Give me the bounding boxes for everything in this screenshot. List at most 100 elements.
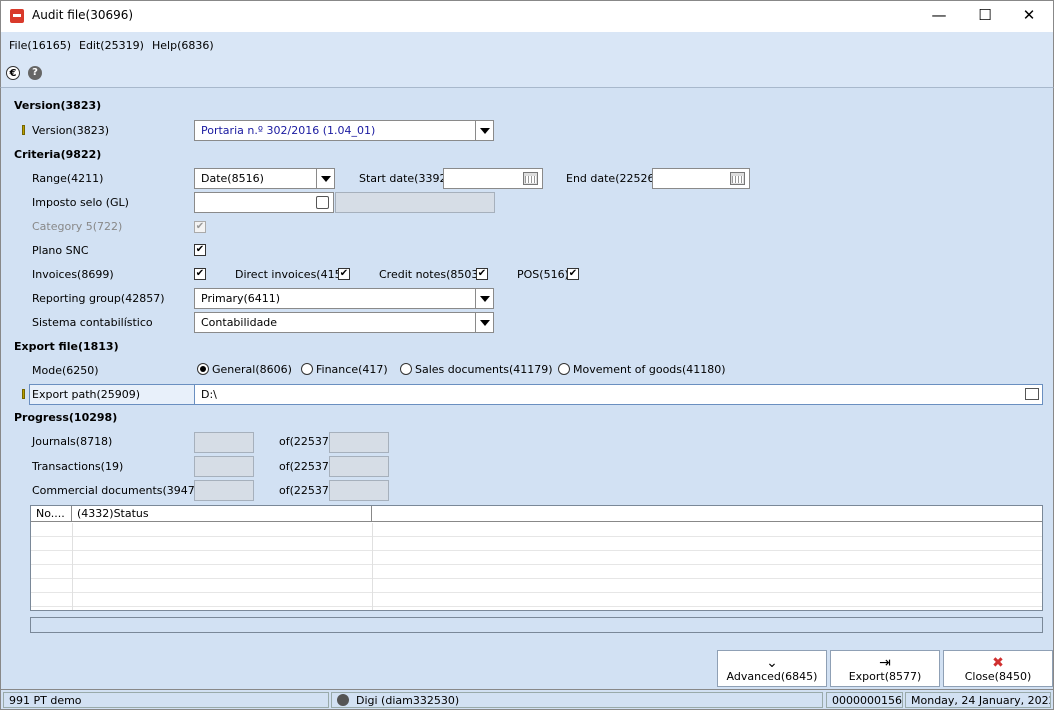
commercial-docs-label: Commercial documents(39479) bbox=[32, 484, 207, 497]
menu-help[interactable]: Help(6836) bbox=[152, 39, 214, 52]
version-label: Version(3823) bbox=[32, 124, 110, 137]
commercial-docs-total bbox=[329, 480, 389, 501]
section-criteria: Criteria(9822) bbox=[14, 148, 102, 161]
column-header-status[interactable]: (4332)Status bbox=[72, 506, 372, 522]
version-value: Portaria n.º 302/2016 (1.04_01) bbox=[201, 124, 376, 137]
transactions-count bbox=[194, 456, 254, 477]
status-user-text: Digi (diam332530) bbox=[356, 694, 460, 707]
calendar-icon[interactable] bbox=[523, 172, 538, 185]
mode-finance-radio[interactable] bbox=[301, 363, 313, 375]
chevron-down-icon[interactable] bbox=[475, 289, 493, 308]
chevron-down-icon: ⌄ bbox=[766, 655, 778, 671]
transactions-of-label: of(22537) bbox=[279, 460, 334, 473]
export-path-field[interactable]: D:\ bbox=[194, 384, 1043, 405]
category-label: Category 5(722) bbox=[32, 220, 123, 233]
title-bar bbox=[0, 0, 1054, 32]
sistema-label: Sistema contabilístico bbox=[32, 316, 153, 329]
invoices-checkbox[interactable]: ✔ bbox=[194, 268, 206, 280]
section-version: Version(3823) bbox=[14, 99, 102, 112]
grid-column-divider bbox=[372, 523, 373, 610]
chevron-down-icon[interactable] bbox=[475, 121, 493, 140]
journals-of-label: of(22537) bbox=[279, 435, 334, 448]
export-button-label: Export(8577) bbox=[848, 670, 922, 683]
export-button[interactable]: ⇥ Export(8577) bbox=[830, 650, 940, 687]
mode-sales-radio[interactable] bbox=[400, 363, 412, 375]
folder-browse-icon[interactable] bbox=[1025, 388, 1039, 400]
status-code: 00000001562 bbox=[826, 692, 903, 708]
sistema-value: Contabilidade bbox=[201, 316, 278, 329]
status-bar: 991 PT demo Digi (diam332530) 0000000156… bbox=[0, 689, 1054, 710]
credit-notes-label: Credit notes(8503) bbox=[379, 268, 483, 281]
commercial-docs-of-label: of(22537) bbox=[279, 484, 334, 497]
version-select[interactable]: Portaria n.º 302/2016 (1.04_01) bbox=[194, 120, 494, 141]
search-icon[interactable] bbox=[316, 196, 329, 209]
credit-notes-checkbox[interactable]: ✔ bbox=[476, 268, 488, 280]
calendar-icon[interactable] bbox=[730, 172, 745, 185]
reporting-group-select[interactable]: Primary(6411) bbox=[194, 288, 494, 309]
close-button-label: Close(8450) bbox=[964, 670, 1032, 683]
advanced-button-label: Advanced(6845) bbox=[726, 670, 818, 683]
imposto-lookup-field[interactable] bbox=[194, 192, 334, 213]
mode-sales-label[interactable]: Sales documents(41179) bbox=[415, 363, 553, 376]
plano-checkbox[interactable]: ✔ bbox=[194, 244, 206, 256]
pos-checkbox[interactable]: ✔ bbox=[567, 268, 579, 280]
menu-bar: File(16165) Edit(25319) Help(6836) bbox=[0, 32, 1054, 58]
close-window-button[interactable]: ✕ bbox=[1006, 0, 1052, 32]
direct-invoices-label: Direct invoices(415) bbox=[235, 268, 346, 281]
sistema-select[interactable]: Contabilidade bbox=[194, 312, 494, 333]
journals-count bbox=[194, 432, 254, 453]
required-indicator bbox=[22, 389, 25, 399]
section-progress: Progress(10298) bbox=[14, 411, 118, 424]
journals-total bbox=[329, 432, 389, 453]
category-checkbox: ✔ bbox=[194, 221, 206, 233]
commercial-docs-count bbox=[194, 480, 254, 501]
export-path-label: Export path(25909) bbox=[32, 388, 141, 401]
status-company: 991 PT demo bbox=[3, 692, 329, 708]
imposto-description bbox=[335, 192, 495, 213]
pos-label: POS(516) bbox=[517, 268, 569, 281]
end-date-label: End date(22526) bbox=[566, 172, 659, 185]
menu-edit[interactable]: Edit(25319) bbox=[79, 39, 144, 52]
mode-goods-radio[interactable] bbox=[558, 363, 570, 375]
horizontal-scrollbar[interactable] bbox=[30, 617, 1043, 633]
column-header-no[interactable]: No.... bbox=[31, 506, 72, 522]
mode-label: Mode(6250) bbox=[32, 364, 99, 377]
section-export: Export file(1813) bbox=[14, 340, 119, 353]
grid-body bbox=[31, 523, 1042, 610]
grid-column-divider bbox=[72, 523, 73, 610]
menu-file[interactable]: File(16165) bbox=[9, 39, 71, 52]
plano-label: Plano SNC bbox=[32, 244, 89, 257]
status-date: Monday, 24 January, 2022 bbox=[905, 692, 1051, 708]
direct-invoices-checkbox[interactable]: ✔ bbox=[338, 268, 350, 280]
mode-general-label[interactable]: General(8606) bbox=[212, 363, 292, 376]
maximize-button[interactable]: ☐ bbox=[962, 0, 1008, 32]
mode-general-radio[interactable] bbox=[197, 363, 209, 375]
window-title: Audit file(30696) bbox=[32, 8, 134, 22]
mode-goods-label[interactable]: Movement of goods(41180) bbox=[573, 363, 726, 376]
journals-label: Journals(8718) bbox=[32, 435, 113, 448]
required-indicator bbox=[22, 125, 25, 135]
status-user: Digi (diam332530) bbox=[331, 692, 823, 708]
status-grid[interactable]: No.... (4332)Status bbox=[30, 505, 1043, 611]
range-label: Range(4211) bbox=[32, 172, 104, 185]
minimize-button[interactable]: — bbox=[916, 0, 962, 32]
export-path-value: D:\ bbox=[201, 388, 217, 401]
imposto-label: Imposto selo (GL) bbox=[32, 196, 129, 209]
range-select[interactable]: Date(8516) bbox=[194, 168, 335, 189]
close-button[interactable]: ✖ Close(8450) bbox=[943, 650, 1053, 687]
transactions-label: Transactions(19) bbox=[32, 460, 124, 473]
button-bar: ⌄ Advanced(6845) ⇥ Export(8577) ✖ Close(… bbox=[0, 646, 1054, 689]
app-icon bbox=[10, 9, 24, 23]
user-icon bbox=[337, 694, 349, 706]
reporting-group-label: Reporting group(42857) bbox=[32, 292, 165, 305]
export-icon: ⇥ bbox=[879, 655, 891, 671]
chevron-down-icon[interactable] bbox=[475, 313, 493, 332]
help-icon[interactable]: ? bbox=[28, 66, 42, 80]
start-date-field[interactable] bbox=[443, 168, 543, 189]
currency-icon[interactable]: € bbox=[6, 66, 20, 80]
mode-finance-label[interactable]: Finance(417) bbox=[316, 363, 388, 376]
chevron-down-icon[interactable] bbox=[316, 169, 334, 188]
end-date-field[interactable] bbox=[652, 168, 750, 189]
column-header-filler bbox=[372, 506, 1042, 522]
advanced-button[interactable]: ⌄ Advanced(6845) bbox=[717, 650, 827, 687]
